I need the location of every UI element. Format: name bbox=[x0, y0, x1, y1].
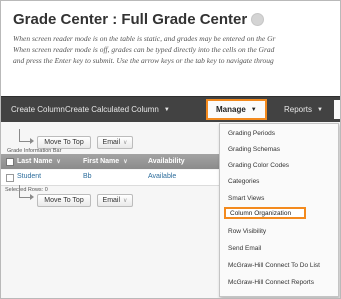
column-header-label: Availability bbox=[148, 158, 185, 165]
reports-label: Reports bbox=[284, 105, 313, 114]
menu-item-grading-schemas[interactable]: Grading Schemas bbox=[224, 143, 336, 155]
reports-menu-button[interactable]: Reports ▼ bbox=[284, 97, 323, 122]
manage-dropdown-menu: Grading Periods Grading Schemas Grading … bbox=[219, 123, 339, 297]
chevron-down-icon: ▼ bbox=[317, 106, 323, 113]
email-label: Email bbox=[102, 197, 121, 204]
email-button[interactable]: Email ∨ bbox=[97, 136, 133, 149]
move-to-top-button-bottom[interactable]: Move To Top bbox=[37, 194, 91, 207]
cell-last-name[interactable]: Student bbox=[17, 173, 41, 180]
chevron-down-icon: ∨ bbox=[56, 159, 61, 165]
grade-center-window: Grade Center : Full Grade Center When sc… bbox=[0, 0, 341, 299]
instructions-text: When screen reader mode is on the table … bbox=[13, 33, 340, 66]
menu-item-categories[interactable]: Categories bbox=[224, 175, 336, 187]
column-header-label: First Name bbox=[83, 158, 120, 165]
create-column-label: Create Column bbox=[11, 105, 65, 114]
menu-item-smart-views[interactable]: Smart Views bbox=[224, 192, 336, 204]
create-column-button[interactable]: Create Column bbox=[11, 97, 65, 122]
selection-arrow-icon bbox=[19, 185, 34, 200]
menu-item-column-organization[interactable]: Column Organization bbox=[224, 207, 306, 219]
menu-item-grading-periods[interactable]: Grading Periods bbox=[224, 127, 336, 139]
chevron-down-icon: ∨ bbox=[123, 140, 128, 146]
cell-first-name[interactable]: Bb bbox=[83, 173, 92, 180]
action-bar-overflow bbox=[334, 100, 340, 119]
menu-item-send-email[interactable]: Send Email bbox=[224, 242, 336, 254]
page-title-text: Grade Center : Full Grade Center bbox=[13, 11, 248, 28]
column-header-first-name[interactable]: First Name ∨ bbox=[83, 158, 128, 165]
chevron-down-icon: ▼ bbox=[250, 106, 257, 113]
table-row: Student Bb Available bbox=[1, 170, 231, 186]
selection-arrow-icon bbox=[19, 129, 34, 144]
page-title: Grade Center : Full Grade Center bbox=[13, 11, 265, 28]
menu-item-mcgraw-hill-reports[interactable]: McGraw-Hill Connect Reports bbox=[224, 276, 336, 288]
email-label: Email bbox=[102, 139, 121, 146]
column-header-last-name[interactable]: Last Name ∨ bbox=[17, 158, 61, 165]
grid-header: Last Name ∨ First Name ∨ Availability bbox=[1, 154, 231, 169]
column-header-label: Last Name bbox=[17, 158, 53, 165]
instruction-line: and press the Enter key to submit. Use t… bbox=[13, 56, 274, 65]
help-icon[interactable] bbox=[251, 13, 265, 26]
chevron-down-icon: ∨ bbox=[123, 198, 128, 204]
menu-item-mcgraw-hill-todo[interactable]: McGraw-Hill Connect To Do List bbox=[224, 259, 336, 271]
move-to-top-label: Move To Top bbox=[44, 197, 84, 204]
chevron-down-icon: ▼ bbox=[163, 106, 170, 113]
instruction-line: When screen reader mode is off, grades c… bbox=[13, 45, 275, 54]
chevron-down-icon: ∨ bbox=[123, 159, 128, 165]
menu-item-row-visibility[interactable]: Row Visibility bbox=[224, 225, 336, 237]
move-to-top-label: Move To Top bbox=[44, 139, 84, 146]
cell-availability[interactable]: Available bbox=[148, 173, 176, 180]
column-header-availability[interactable]: Availability bbox=[148, 158, 185, 165]
manage-label: Manage bbox=[216, 105, 246, 114]
row-checkbox[interactable] bbox=[6, 174, 14, 182]
action-bar: Create Column Create Calculated Column ▼… bbox=[1, 96, 340, 122]
manage-menu-button[interactable]: Manage ▼ bbox=[206, 99, 267, 120]
instruction-line: When screen reader mode is on the table … bbox=[13, 34, 276, 43]
create-calculated-column-button[interactable]: Create Calculated Column ▼ bbox=[65, 97, 170, 122]
menu-item-grading-color-codes[interactable]: Grading Color Codes bbox=[224, 159, 336, 171]
select-all-checkbox[interactable] bbox=[6, 158, 14, 166]
email-button-bottom[interactable]: Email ∨ bbox=[97, 194, 133, 207]
create-calculated-column-label: Create Calculated Column bbox=[65, 105, 159, 114]
